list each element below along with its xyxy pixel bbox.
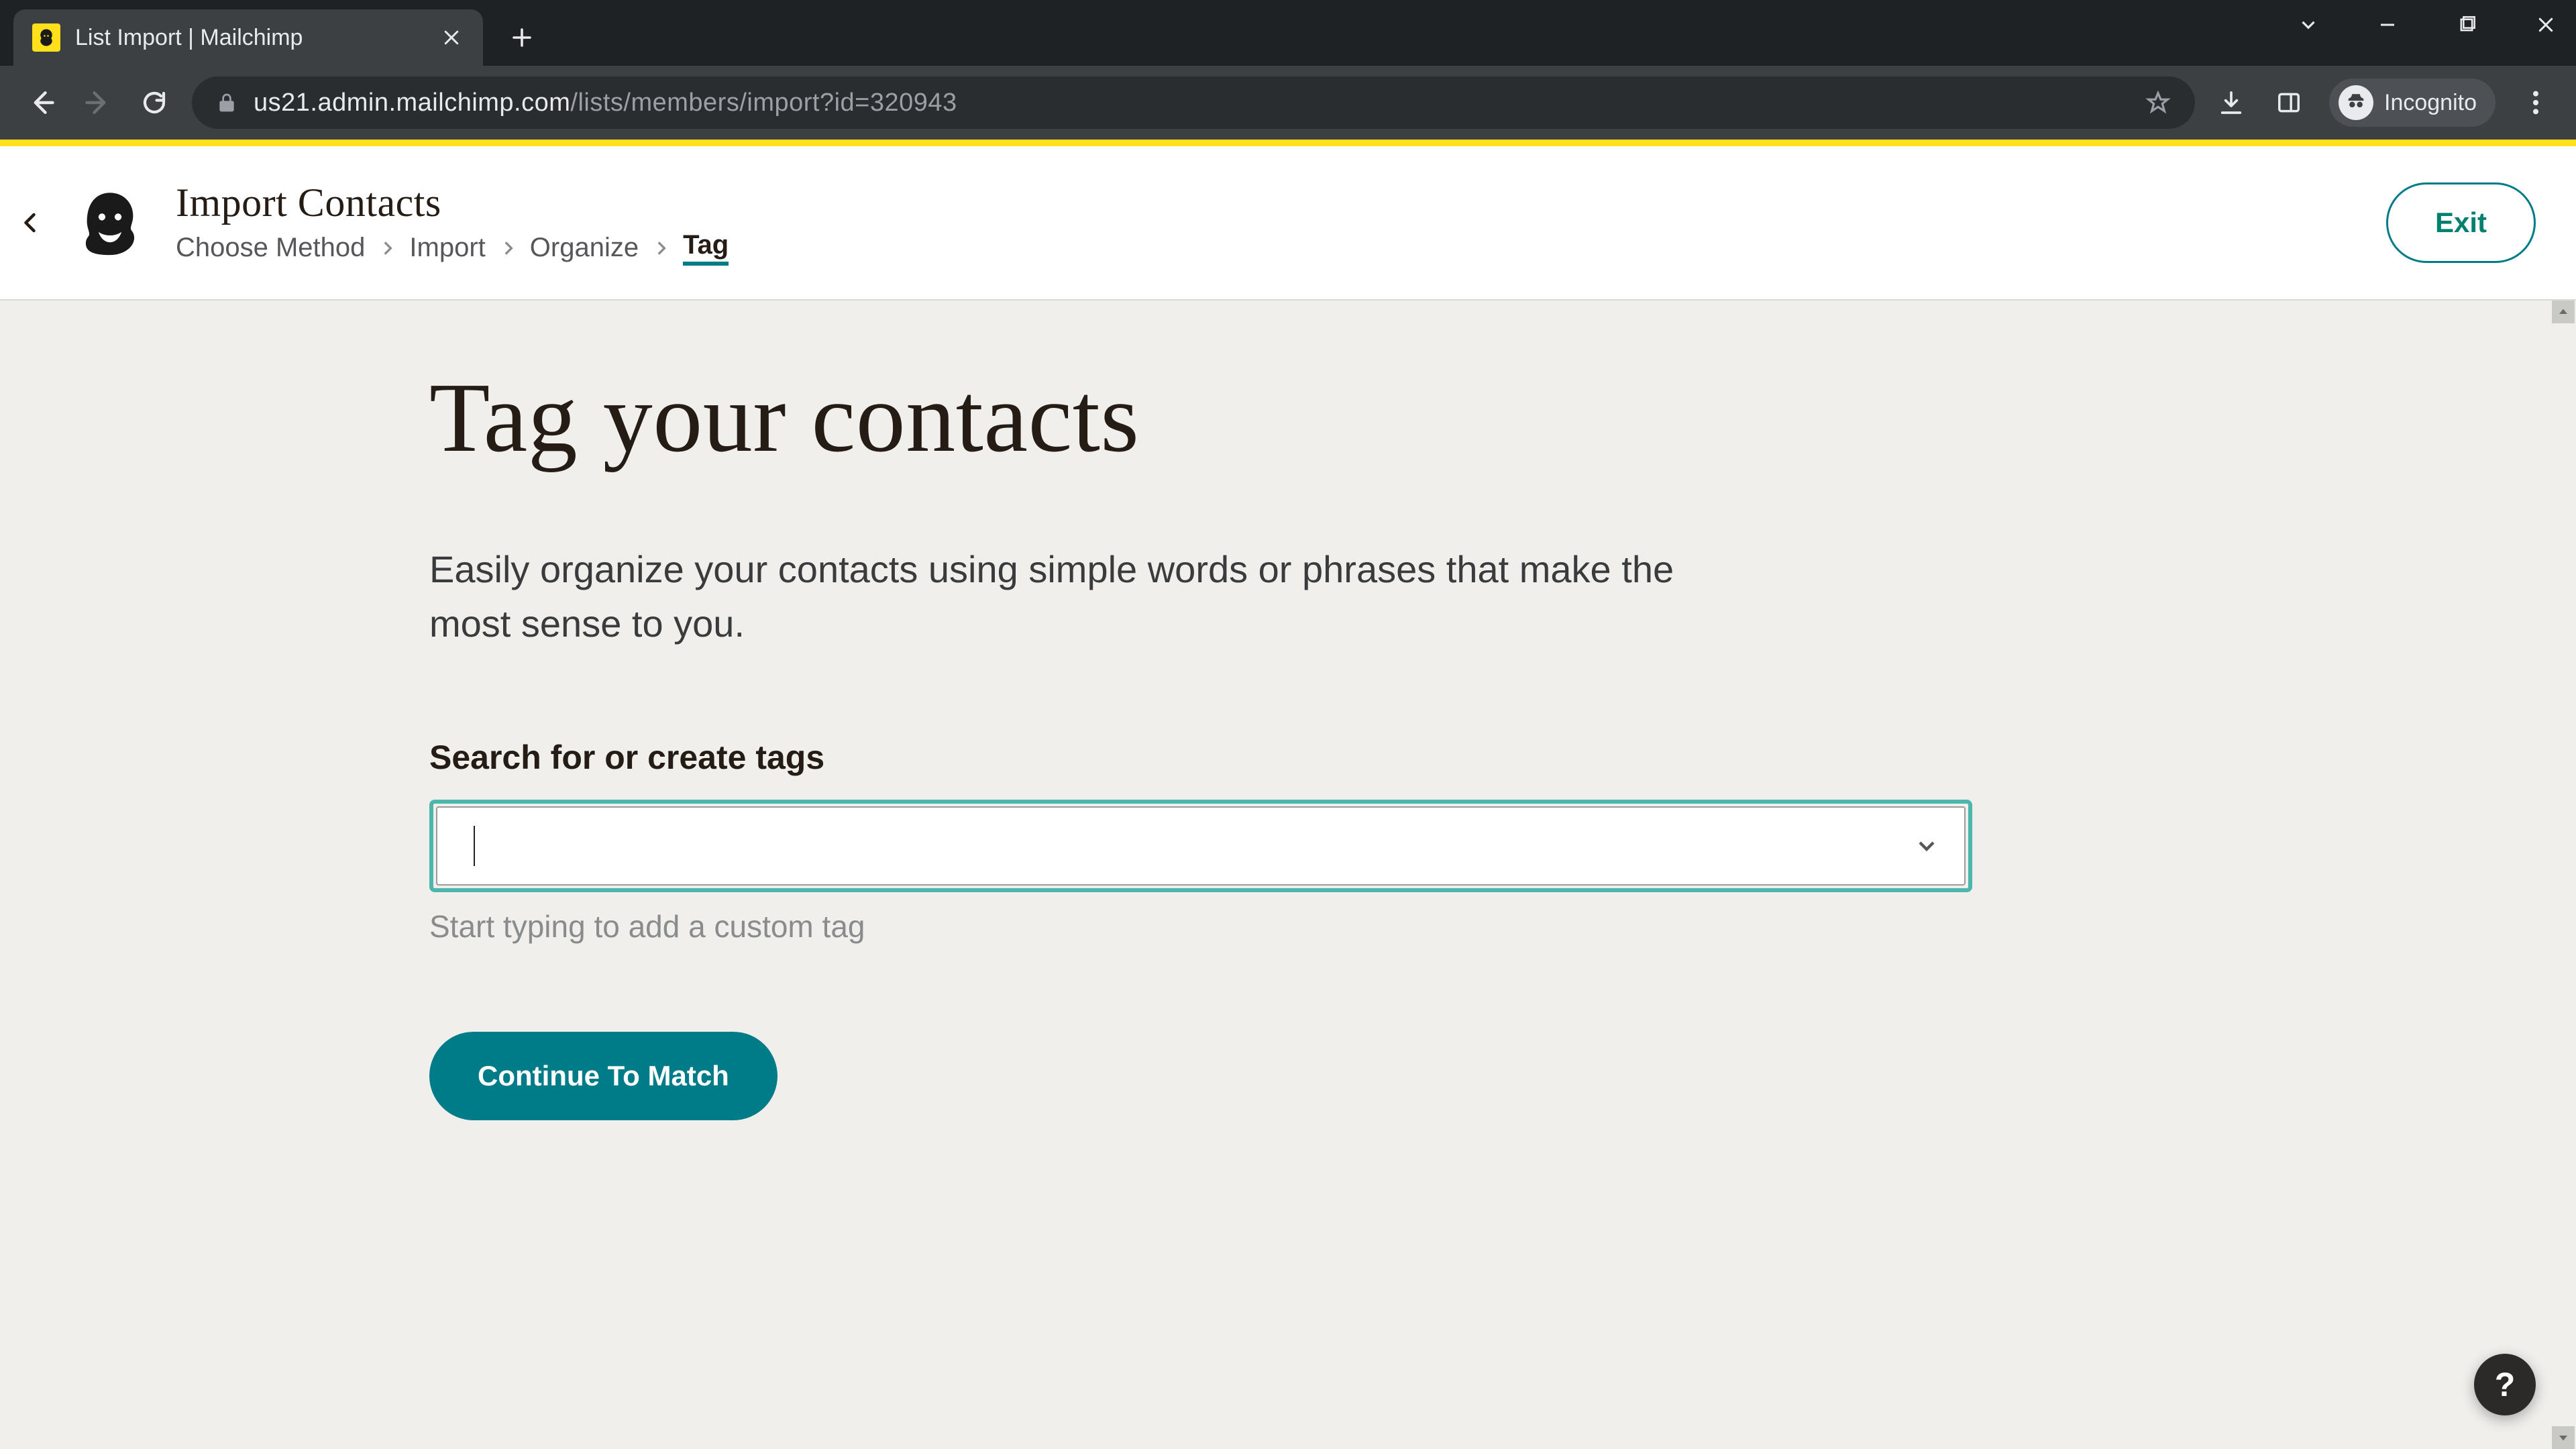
incognito-chip[interactable]: Incognito: [2329, 78, 2496, 127]
url-text: us21.admin.mailchimp.com/lists/members/i…: [254, 89, 957, 117]
scroll-up-icon[interactable]: [2552, 301, 2575, 323]
app-header: Import Contacts Choose Method Import Org…: [0, 146, 2576, 301]
forward-icon[interactable]: [79, 84, 117, 121]
tag-combobox[interactable]: [429, 800, 1972, 892]
toolbar-right: Incognito: [2214, 78, 2553, 127]
main-content: Tag your contacts Easily organize your c…: [0, 301, 1744, 1120]
tag-input[interactable]: [462, 828, 1913, 863]
address-bar: us21.admin.mailchimp.com/lists/members/i…: [0, 66, 2576, 140]
header-back-icon[interactable]: [9, 201, 52, 244]
tab-strip: List Import | Mailchimp: [0, 0, 2576, 66]
omnibox[interactable]: us21.admin.mailchimp.com/lists/members/i…: [192, 76, 2195, 129]
mailchimp-favicon-icon: [32, 23, 60, 52]
chevron-right-icon: [378, 239, 396, 257]
crumb-organize[interactable]: Organize: [530, 233, 639, 263]
header-title: Import Contacts: [176, 180, 729, 226]
close-window-icon[interactable]: [2532, 11, 2560, 39]
bookmark-star-icon[interactable]: [2145, 90, 2171, 115]
maximize-icon[interactable]: [2453, 11, 2481, 39]
crumb-tag[interactable]: Tag: [683, 230, 729, 266]
kebab-menu-icon[interactable]: [2518, 85, 2553, 120]
breadcrumb: Choose Method Import Organize Tag: [176, 230, 729, 266]
mailchimp-logo-icon[interactable]: [70, 182, 150, 263]
close-tab-icon[interactable]: [441, 28, 462, 48]
exit-button[interactable]: Exit: [2386, 182, 2536, 263]
crumb-choose-method[interactable]: Choose Method: [176, 233, 365, 263]
chevron-right-icon: [652, 239, 669, 257]
tab-title: List Import | Mailchimp: [75, 25, 303, 51]
incognito-label: Incognito: [2384, 90, 2477, 116]
text-cursor: [474, 826, 475, 866]
browser-chrome: List Import | Mailchimp us21.admin.mailc…: [0, 0, 2576, 140]
tag-hint: Start typing to add a custom tag: [429, 908, 1744, 945]
crumb-import[interactable]: Import: [409, 233, 485, 263]
tag-field-label: Search for or create tags: [429, 738, 1744, 777]
browser-tab[interactable]: List Import | Mailchimp: [13, 9, 483, 66]
help-label: ?: [2495, 1365, 2516, 1404]
header-titles: Import Contacts Choose Method Import Org…: [176, 180, 729, 266]
minimize-icon[interactable]: [2373, 11, 2402, 39]
back-icon[interactable]: [23, 84, 60, 121]
help-button[interactable]: ?: [2474, 1354, 2536, 1415]
page-title: Tag your contacts: [429, 361, 1744, 475]
side-panel-icon[interactable]: [2271, 85, 2306, 120]
reload-icon[interactable]: [136, 84, 173, 121]
continue-button[interactable]: Continue To Match: [429, 1032, 777, 1120]
lead-text: Easily organize your contacts using simp…: [429, 542, 1744, 651]
scroll-down-icon[interactable]: [2552, 1426, 2575, 1449]
vertical-scrollbar[interactable]: [2552, 301, 2575, 1449]
chevron-down-icon[interactable]: [1913, 833, 1940, 859]
new-tab-button[interactable]: [502, 17, 542, 58]
brand-accent-bar: [0, 140, 2576, 146]
lock-icon: [216, 92, 237, 113]
content-scroll[interactable]: Tag your contacts Easily organize your c…: [0, 301, 2576, 1449]
incognito-icon: [2339, 85, 2373, 120]
chevron-down-icon[interactable]: [2294, 11, 2322, 39]
window-controls: [2294, 11, 2560, 39]
chevron-right-icon: [499, 239, 517, 257]
downloads-icon[interactable]: [2214, 85, 2249, 120]
